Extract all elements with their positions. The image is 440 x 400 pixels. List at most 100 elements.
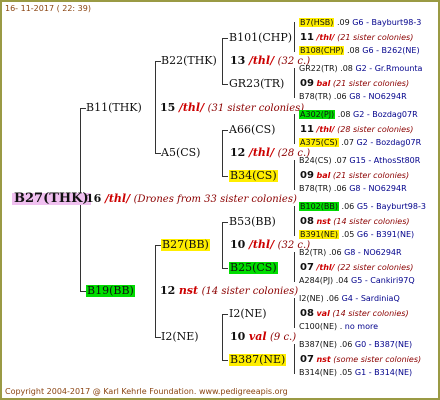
g5-score: .09 (336, 18, 350, 27)
g5-name[interactable]: B387(NE) (299, 340, 337, 349)
copyright: Copyright 2004-2017 @ Karl Kehrle Founda… (5, 387, 288, 396)
sire-dam-name[interactable]: A5(CS) (161, 147, 200, 159)
g4-note: (21 sister colonies) (332, 171, 410, 180)
g5-row: B387(NE) .06 G0 - B387(NE) (299, 340, 412, 349)
connector (294, 252, 295, 282)
g4-num: 07 (300, 354, 314, 365)
connector (294, 160, 295, 190)
g5-ref: no more (344, 322, 379, 331)
g5-name[interactable]: B391(NE) (299, 230, 340, 239)
dam-dam-name[interactable]: I2(NE) (161, 331, 199, 343)
connector (155, 61, 156, 154)
gen1-note: (Drones from 33 sister colonies) (133, 194, 297, 205)
g5-ref: G2 - Bozdag07R (356, 138, 422, 147)
dam-info: 12 nst (14 sister colonies) (160, 285, 298, 298)
g5-ref: G1 - B314(NE) (354, 368, 413, 377)
g4-num: 08 (300, 308, 314, 319)
g4-breeder: val (316, 309, 330, 318)
sire-info: 15 /thl/ (31 sister colonies) (160, 102, 304, 115)
g5-row: B7(HSB) .09 G6 - Bayburt98-3 (299, 18, 421, 27)
g5-row: C100(NE) . no more (299, 322, 378, 331)
ss-breeder: /thl/ (248, 54, 275, 67)
g5-row: B2(TR) .06 G8 - NO6294R (299, 248, 402, 257)
dam-num: 12 (160, 284, 176, 297)
dd-d-name[interactable]: B387(NE) (229, 354, 287, 366)
g5-score: .06 (333, 92, 347, 101)
sd-d-name[interactable]: B34(CS) (229, 170, 278, 182)
g5-name[interactable]: I2(NE) (299, 294, 324, 303)
g5-name[interactable]: B78(TR) (299, 92, 331, 101)
g5-ref: G2 - Bozdag07R (353, 110, 418, 119)
g5-name[interactable]: C100(NE) (299, 322, 337, 331)
connector (294, 206, 295, 236)
connector (222, 130, 228, 131)
connector (294, 68, 295, 98)
gen1-breeder: /thl/ (104, 192, 131, 205)
g5-ref: G8 - NO6294R (349, 184, 407, 193)
g5-name[interactable]: B2(TR) (299, 248, 326, 257)
dd-s-info: 08 val (14 sister colonies) (300, 308, 409, 319)
g4-num: 11 (300, 124, 314, 135)
ds-num: 10 (230, 238, 246, 251)
g5-name[interactable]: A284(PJ) (299, 276, 333, 285)
g5-name[interactable]: B102(BB) (299, 202, 339, 211)
g5-score: .07 (334, 156, 347, 165)
ss-s-name[interactable]: B101(CHP) (229, 32, 292, 44)
g5-name[interactable]: A302(PJ) (299, 110, 336, 119)
sd-s-name[interactable]: A66(CS) (229, 124, 275, 136)
dam-breeder: nst (178, 284, 199, 297)
connector (222, 314, 228, 315)
ds-breeder: /thl/ (248, 238, 275, 251)
ss-num: 13 (230, 54, 246, 67)
g4-note: (21 sister colonies) (332, 79, 410, 88)
g4-note: (28 sister colonies) (337, 125, 414, 134)
sire-name[interactable]: B11(THK) (86, 102, 142, 114)
ss-d-name[interactable]: GR23(TR) (229, 78, 284, 90)
g5-name[interactable]: A375(CS) (299, 138, 339, 147)
dd-s-name[interactable]: I2(NE) (229, 308, 267, 320)
sire-sire-name[interactable]: B22(THK) (161, 55, 217, 67)
g5-ref: G5 - Bayburt98-3 (356, 202, 426, 211)
g5-row: B24(CS) .07 G15 - AthosSt80R (299, 156, 420, 165)
dam-sire-name[interactable]: B27(BB) (161, 239, 210, 251)
date-stamp: 16- 11-2017 ( 22: 39) (5, 4, 91, 13)
g4-breeder: nst (316, 217, 331, 226)
g5-row: B78(TR) .06 G8 - NO6294R (299, 92, 407, 101)
g5-row: GR22(TR) .08 G2 - Gr.Rmounta (299, 64, 422, 73)
g5-ref: G6 - Bayburt98-3 (352, 18, 422, 27)
g5-ref: G2 - Gr.Rmounta (355, 64, 423, 73)
ds-s-name[interactable]: B53(BB) (229, 216, 276, 228)
sire-breeder: /thl/ (178, 101, 205, 114)
g4-note: (22 sister colonies) (337, 263, 414, 272)
g4-num: 11 (300, 32, 314, 43)
g5-score: .08 (346, 46, 360, 55)
g4-breeder: bal (316, 171, 331, 180)
connector (222, 222, 228, 223)
connector (222, 268, 228, 269)
root-queen[interactable]: B27(THK) (12, 192, 91, 205)
ds-d-name[interactable]: B25(CS) (229, 262, 278, 274)
g5-name[interactable]: B108(CHP) (299, 46, 345, 55)
g5-ref: G6 - B262(NE) (362, 46, 420, 55)
ss-d-info: 09 bal (21 sister colonies) (300, 79, 410, 89)
connector (222, 360, 228, 361)
dd-d-info: 07 nst (some sister colonies) (300, 354, 421, 365)
connector (222, 38, 228, 39)
g5-name[interactable]: B314(NE) (299, 368, 337, 377)
sd-d-info: 09 bal (21 sister colonies) (300, 171, 410, 181)
g5-row: B102(BB) .06 G5 - Bayburt98-3 (299, 202, 426, 211)
g5-score: .06 (326, 294, 340, 303)
g5-name[interactable]: B7(HSB) (299, 18, 335, 27)
g5-name[interactable]: B78(TR) (299, 184, 331, 193)
g5-name[interactable]: GR22(TR) (299, 64, 338, 73)
g5-ref: G15 - AthosSt80R (349, 156, 421, 165)
g5-row: B391(NE) .05 G6 - B391(NE) (299, 230, 414, 239)
g4-note: (21 sister colonies) (337, 33, 414, 42)
g5-score: .06 (328, 248, 342, 257)
dam-name[interactable]: B19(BB) (86, 285, 135, 297)
g4-num: 07 (300, 262, 314, 273)
g5-name[interactable]: B24(CS) (299, 156, 332, 165)
dam-note: (14 sister colonies) (201, 286, 299, 297)
g5-ref: G6 - B391(NE) (356, 230, 415, 239)
g5-row: A302(PJ) .08 G2 - Bozdag07R (299, 110, 418, 119)
